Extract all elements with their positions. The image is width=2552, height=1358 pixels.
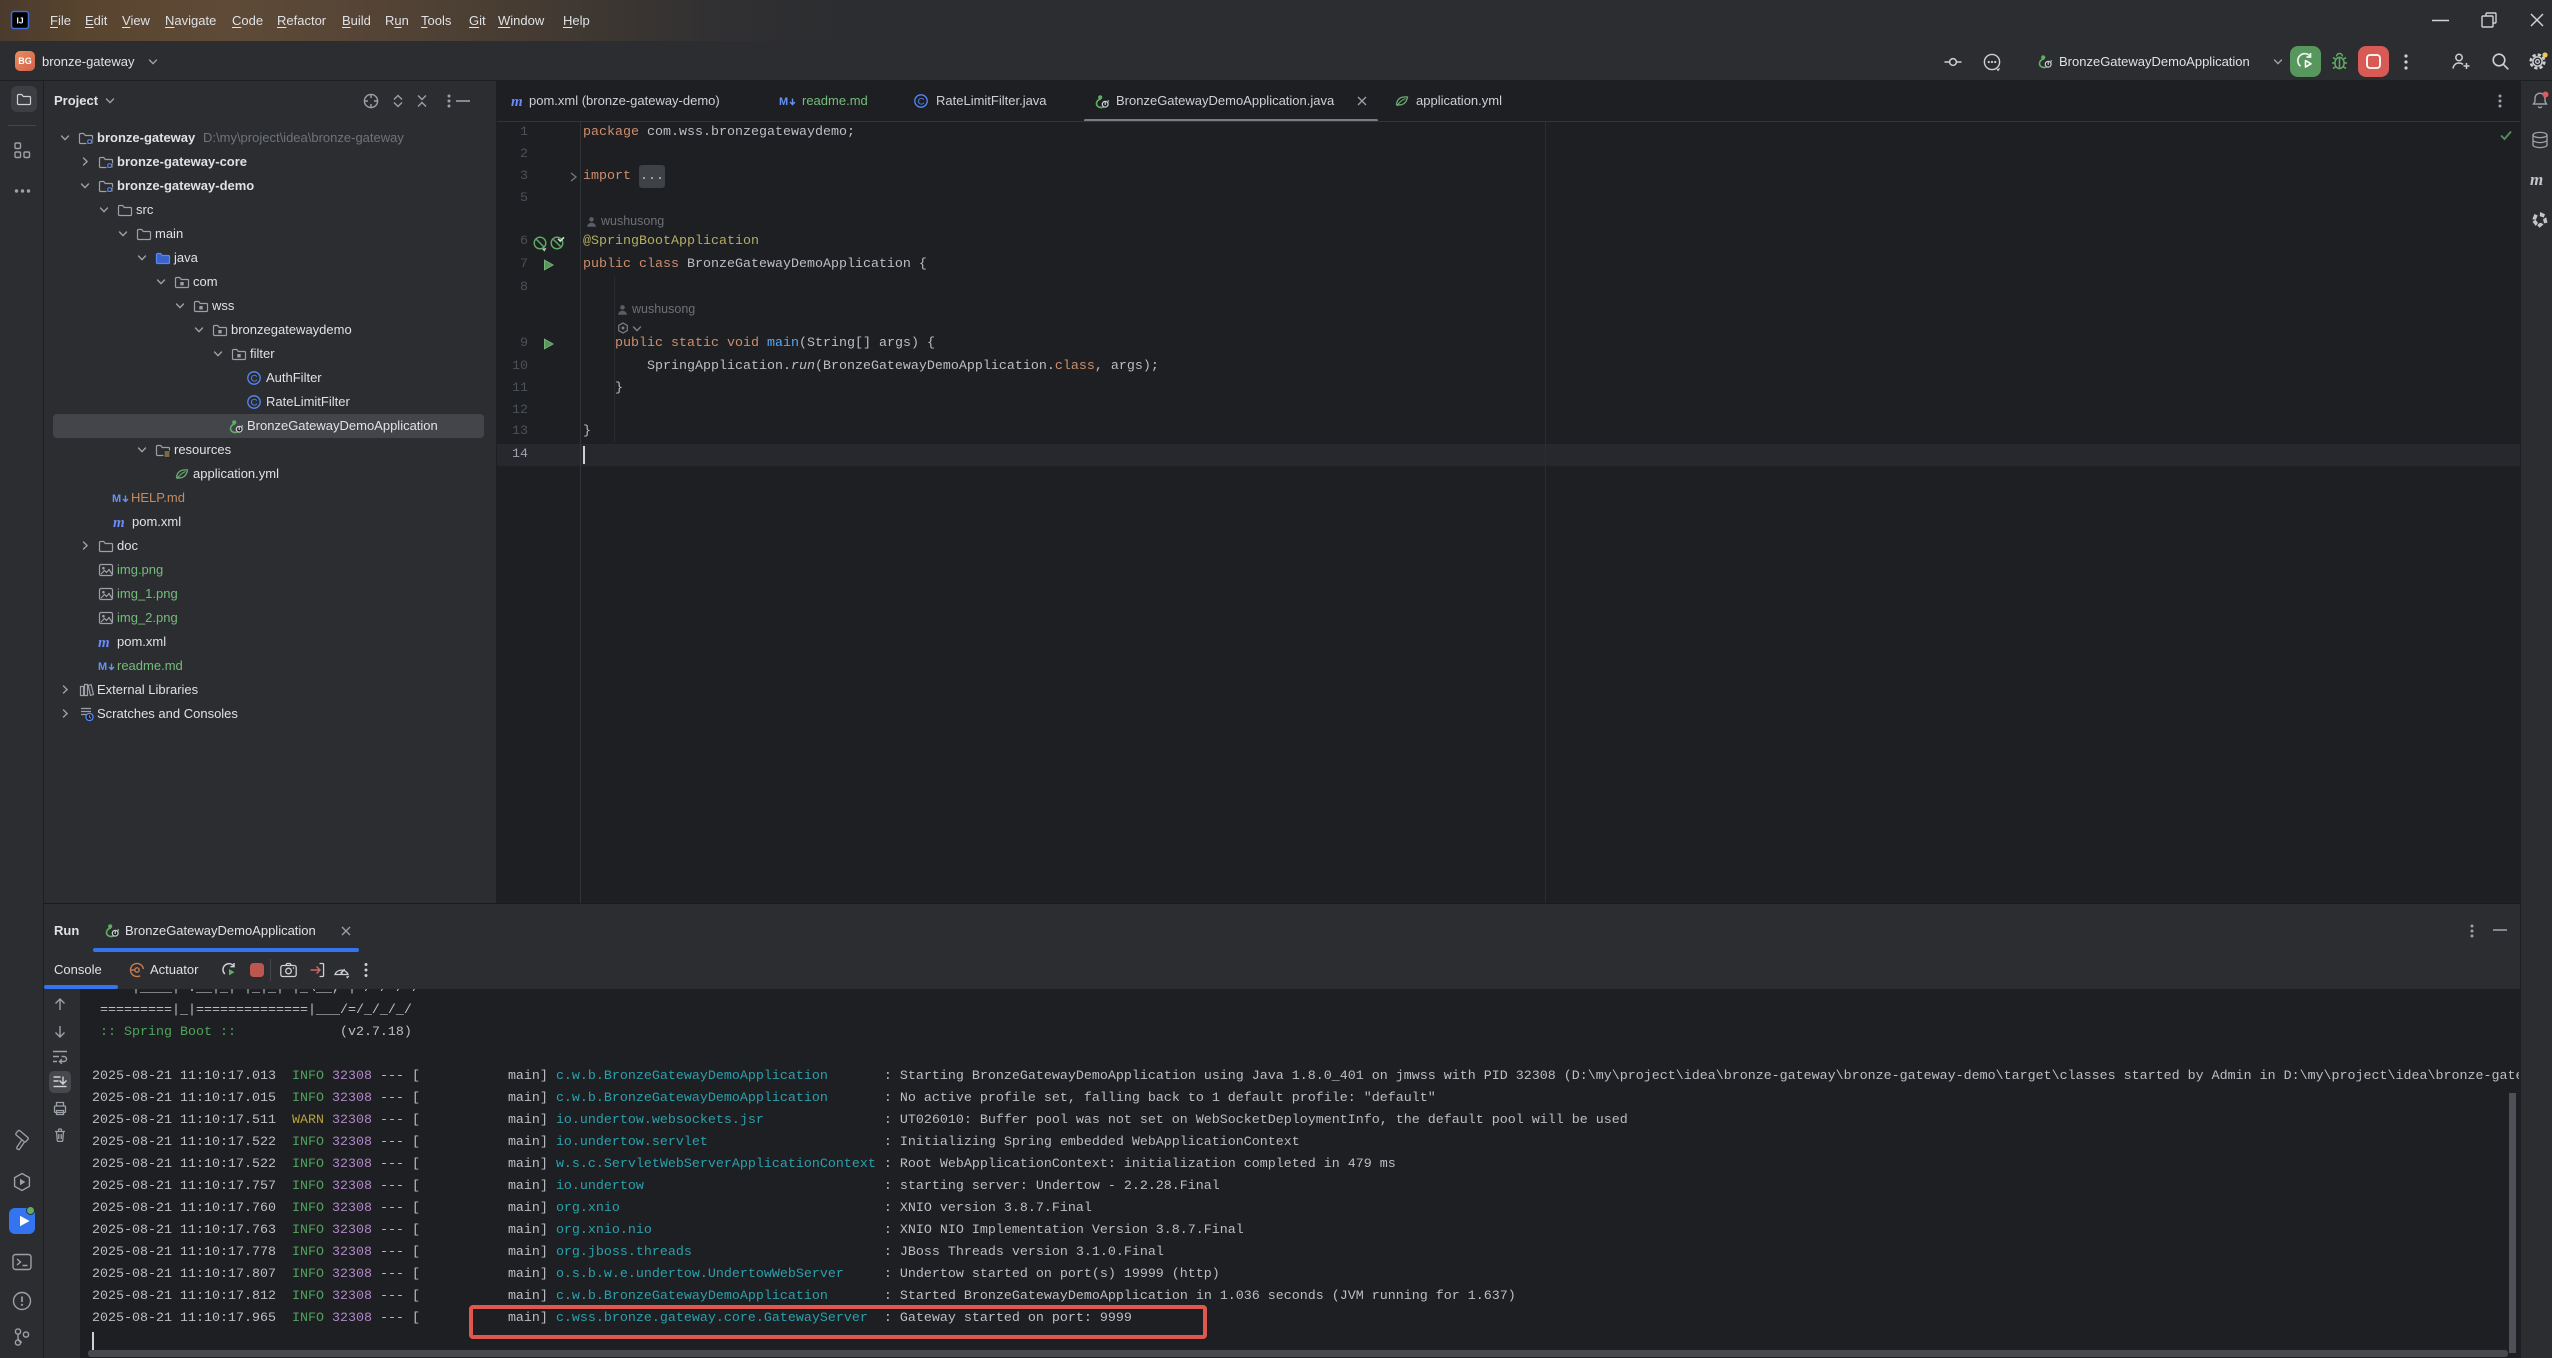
svg-text:M: M bbox=[779, 96, 788, 108]
svg-text:m: m bbox=[511, 94, 523, 110]
svg-text:C: C bbox=[918, 96, 925, 107]
svg-text:m: m bbox=[113, 515, 125, 531]
svg-text:IJ: IJ bbox=[16, 16, 23, 26]
svg-text:m: m bbox=[98, 635, 110, 651]
svg-text:C: C bbox=[251, 397, 258, 408]
svg-text:C: C bbox=[251, 373, 258, 384]
svg-text:M: M bbox=[98, 661, 107, 673]
svg-text:M: M bbox=[112, 493, 121, 505]
svg-text:m: m bbox=[2530, 170, 2543, 189]
